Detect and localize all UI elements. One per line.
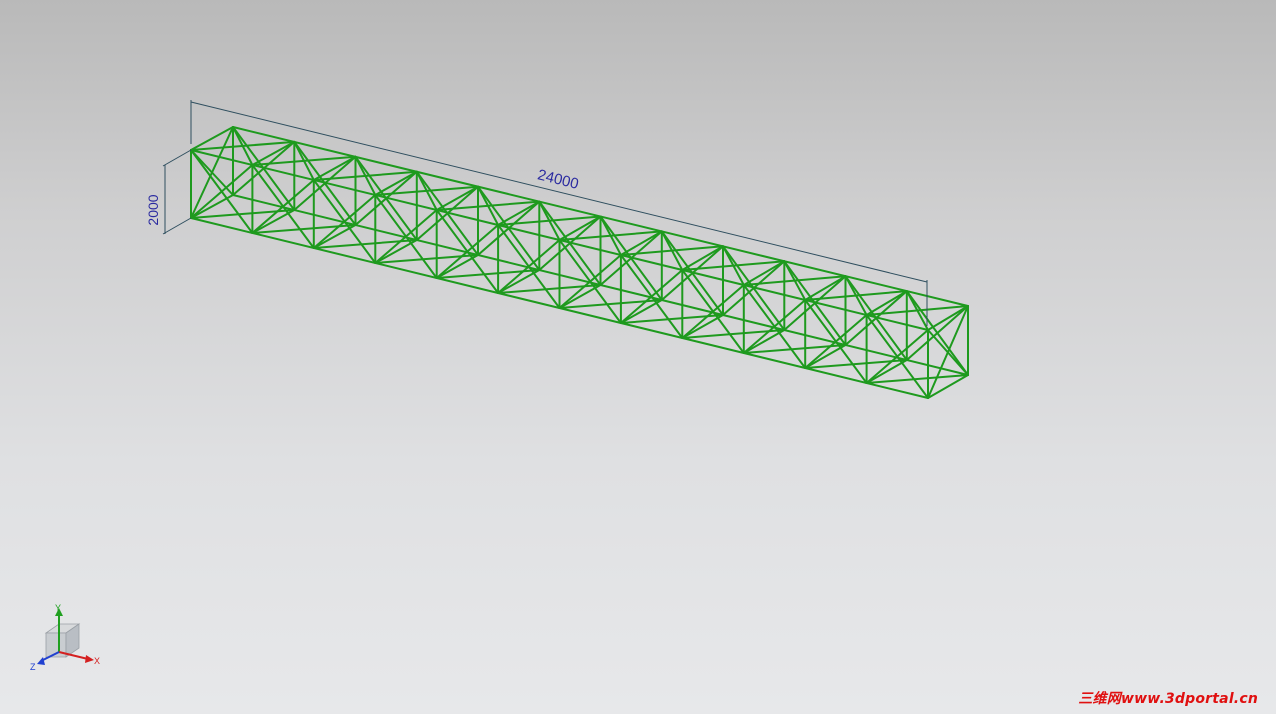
length-dimension-text: 24000	[536, 166, 581, 192]
truss-diagonal[interactable]	[558, 254, 622, 309]
truss-diagonal[interactable]	[722, 260, 786, 316]
triad-x-arrow	[85, 655, 94, 663]
truss-diagonal[interactable]	[599, 230, 663, 286]
truss-diagonal[interactable]	[865, 374, 969, 384]
view-triad[interactable]: Y X Z	[30, 603, 100, 672]
truss-diagonal[interactable]	[865, 329, 929, 384]
truss-diagonal[interactable]	[681, 284, 745, 339]
truss-diagonal[interactable]	[415, 185, 479, 241]
truss-diagonal[interactable]	[619, 269, 684, 324]
truss-diagonal[interactable]	[293, 155, 357, 211]
truss-diagonal[interactable]	[232, 140, 296, 196]
triad-z-arrow	[37, 657, 45, 665]
truss-diagonal[interactable]	[804, 314, 868, 369]
truss-diagonal[interactable]	[742, 299, 807, 354]
truss-diagonal[interactable]	[435, 224, 500, 279]
height-dimension-text: 2000	[145, 194, 161, 225]
watermark: 三维网www.3dportal.cn	[1078, 691, 1258, 707]
triad-y-label: Y	[55, 603, 61, 613]
height-extension-line-bottom	[162, 217, 192, 235]
truss-diagonal[interactable]	[374, 209, 438, 264]
graphics-viewport[interactable]: 24000 2000 Y X Z	[0, 0, 1276, 714]
truss-diagonal[interactable]	[783, 275, 847, 331]
truss-diagonal[interactable]	[251, 179, 315, 234]
triad-z-label: Z	[30, 662, 36, 672]
truss-diagonal[interactable]	[844, 290, 908, 346]
truss-diagonal[interactable]	[312, 194, 377, 249]
truss-end-diagonal[interactable]	[927, 305, 969, 399]
truss-diagonal[interactable]	[497, 239, 561, 294]
triad-x-label: X	[94, 656, 100, 666]
height-extension-line-top	[162, 149, 192, 167]
truss-end-diagonal[interactable]	[190, 126, 234, 219]
height-dimension[interactable]: 2000	[145, 149, 192, 235]
truss-diagonal[interactable]	[477, 200, 541, 256]
truss-diagonal[interactable]	[905, 305, 969, 361]
truss-model[interactable]	[190, 126, 969, 399]
truss-diagonal[interactable]	[660, 245, 724, 301]
truss-diagonal[interactable]	[354, 170, 418, 226]
truss-diagonal[interactable]	[190, 164, 254, 219]
truss-diagonal[interactable]	[538, 215, 602, 271]
